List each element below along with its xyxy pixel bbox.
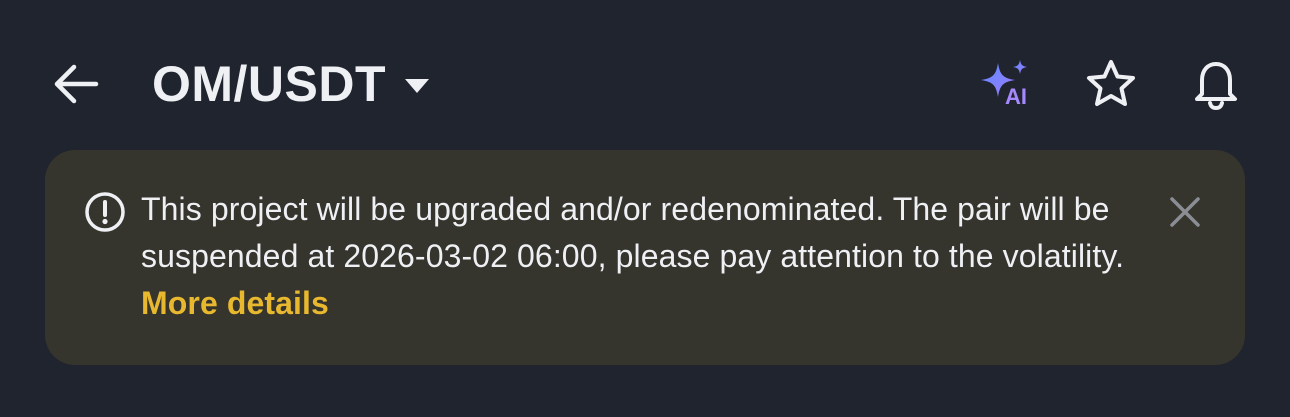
- notice-message: This project will be upgraded and/or red…: [141, 191, 1125, 274]
- ai-label: AI: [1005, 84, 1027, 108]
- favorite-button[interactable]: [1084, 58, 1138, 110]
- upgrade-notice-banner: This project will be upgraded and/or red…: [45, 150, 1245, 365]
- bell-icon: [1195, 62, 1237, 111]
- caret-down-icon: [405, 79, 430, 93]
- pair-title: OM/USDT: [152, 56, 387, 112]
- ai-assistant-button[interactable]: AI: [976, 58, 1036, 109]
- star-icon: [1087, 60, 1135, 106]
- pair-selector[interactable]: OM/USDT: [152, 52, 430, 116]
- notifications-button[interactable]: [1188, 56, 1244, 112]
- arrow-left-icon: [54, 64, 99, 104]
- close-icon: [1170, 197, 1200, 227]
- info-circle-icon: [85, 192, 125, 232]
- close-notice-button[interactable]: [1165, 192, 1205, 232]
- back-button[interactable]: [50, 60, 102, 108]
- notice-text: This project will be upgraded and/or red…: [141, 186, 1141, 327]
- more-details-link[interactable]: More details: [141, 285, 329, 321]
- top-bar: OM/USDT AI: [0, 0, 1290, 170]
- ai-sparkle-icon: AI: [981, 60, 1027, 109]
